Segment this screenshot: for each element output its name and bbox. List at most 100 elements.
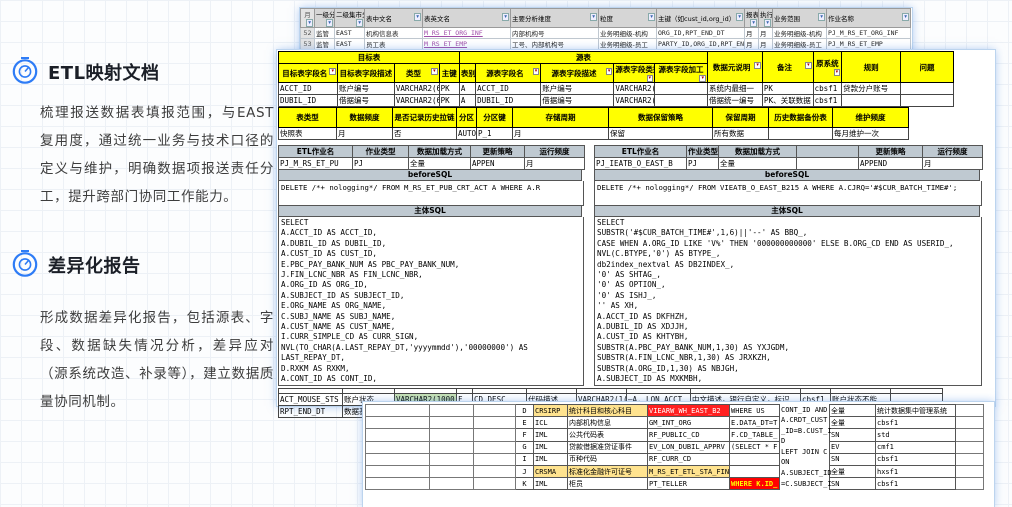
table-link[interactable]: M_RS_ET_EMP [423,39,511,50]
cell: 账户编号 [541,83,614,95]
filter-icon[interactable]: ▾ [764,19,771,27]
source-tables-table: D CRSIRP 统计科目和核心科目 VIEARW_WH_EAST_B2 WHE… [365,404,984,490]
table-link[interactable]: M_RS_ET_ORG_INF [423,28,511,39]
cell [366,405,430,417]
cell: VARCHAR2(60) [614,83,655,95]
cell: DUBIL_ID [279,95,338,107]
filter-icon[interactable]: ▾ [699,75,706,82]
cell: 全量 [719,158,797,170]
filter-icon[interactable]: ▾ [805,62,812,69]
filter-icon[interactable]: ▾ [754,62,761,69]
cell: 工号、内部机构号 [511,39,599,50]
cell: PJ_M_RS_ET_EMP [827,39,911,50]
col-header: 一级分▾ [315,9,335,28]
col-header [797,146,859,158]
cell: 统计数据集中管理系统 [876,405,956,417]
cell: PJ [687,158,719,170]
cell: VARCHAR2(60 [394,95,439,107]
cell: ICL [534,417,568,429]
col-header: 源表字段加工▾ [655,64,708,83]
cell: 业务明细级-机构 [773,28,827,39]
cell: (SELECT * F [730,441,780,453]
cell: 借据编号 [337,95,394,107]
cell [366,465,430,477]
cell [430,465,474,477]
cell [430,429,474,441]
cell: 账户编号 [337,83,394,95]
main-sql-text: SELECT A.ACCT_ID AS ACCT_ID, A.DUBIL_ID … [278,217,584,386]
filter-icon[interactable]: ▾ [648,13,655,21]
filter-icon[interactable]: ▾ [431,68,438,75]
filter-icon[interactable]: ▾ [818,13,825,21]
filter-icon[interactable]: ▾ [736,13,743,21]
cell: IML [534,441,568,453]
source-group-header: 源表 [459,52,707,64]
table-row: PJ_IEATB_O_EAST_B PJ 全量 APPEND 月 [595,158,983,170]
filter-icon[interactable]: ▾ [533,68,540,75]
col-header: 存储周期 [513,108,609,128]
col-header: 数据元说明▾ [707,52,762,83]
cell: ACCT_ID [476,83,541,95]
cell: cbsf1 [876,478,956,490]
cell: RPT_END_DT [279,406,343,418]
cell: EAST [335,28,365,39]
cell: cbsf1 [876,453,956,465]
cell: PJ [353,158,409,170]
filter-icon[interactable]: ▾ [606,68,613,75]
cell: 全量 [830,405,876,417]
cell [366,417,430,429]
cell: ACCT_ID [279,83,338,95]
filter-icon[interactable]: ▾ [329,68,336,75]
cell: 监管 [315,39,335,50]
before-sql-header: beforeSQL [278,170,582,181]
gauge-icon [10,55,40,89]
cell: ORG_ID,RPT_END_DT [657,28,745,39]
cell: RF_PUBLIC_CD [648,429,730,441]
filter-icon[interactable]: ▾ [590,13,597,21]
cell: GM_INT_ORG [648,417,730,429]
filter-icon[interactable]: ▾ [834,69,841,76]
filter-icon[interactable]: ▾ [647,75,654,82]
cell [430,417,474,429]
cell: ACT_MOUSE_STS [279,394,343,406]
filter-icon[interactable]: ▾ [902,13,909,21]
cell [655,83,708,95]
col-header: 类型▾ [394,64,439,83]
column-header-row: ETL作业名 作业类型 数据加载方式 更新策略 运行频度 [279,146,585,158]
highlighted-cell: 统计科目和核心科目 [568,405,648,417]
before-sql-header: beforeSQL [594,170,980,181]
cell: 保留 [609,128,713,140]
col-header: 备注▾ [762,52,813,83]
col-header: 作业类型 [687,146,719,158]
cell [474,441,516,453]
filter-icon[interactable]: ▾ [502,13,509,21]
cell: 借据统一编号 [707,95,762,107]
alert-cell: VIEARW_WH_EAST_B2 [648,405,730,417]
col-header: 数据保留策略 [609,108,713,128]
cell: PJ_M_RS_ET_PU [279,158,353,170]
filter-icon[interactable]: ▾ [750,19,757,27]
col-header: 目标表字段名▾ [279,64,338,83]
cell [474,429,516,441]
cell: 币种代码 [568,453,648,465]
cell [901,95,954,107]
cell [956,465,984,477]
col-header: 源表字段名▾ [476,64,541,83]
alert-cell: WHERE K.ID_ [730,478,780,490]
group-header-row: 目标表 源表 数据元说明▾ 备注▾ 原系统▾ 规则 问题 [279,52,954,64]
filter-icon[interactable]: ▾ [326,19,333,27]
filter-icon[interactable]: ▾ [414,13,421,21]
cell: IML [534,429,568,441]
col-header: 数据加载方式 [409,146,471,158]
filter-icon[interactable]: ▾ [356,19,363,27]
cell: EV [830,441,876,453]
highlighted-cell: M_RS_ET_ETL_STA_FIN_LIC [648,465,730,477]
cell: IML [534,478,568,490]
cell [430,453,474,465]
sql-fragment: CONT_ID AND A.CRDT_CUST _ID=B.CUST_I D L… [780,405,830,490]
filter-icon[interactable]: ▾ [306,19,313,27]
alias-cell: J [516,465,534,477]
col-header: 主键（如cust_id,org_id）▾ [657,9,745,28]
mapping-sheet-window: 目标表 源表 数据元说明▾ 备注▾ 原系统▾ 规则 问题 目标表字段名▾ 目标表… [277,50,995,406]
etl-panel-target: ETL作业名 作业类型 数据加载方式 更新策略 运行频度 PJ_M_RS_ET_… [278,145,588,386]
